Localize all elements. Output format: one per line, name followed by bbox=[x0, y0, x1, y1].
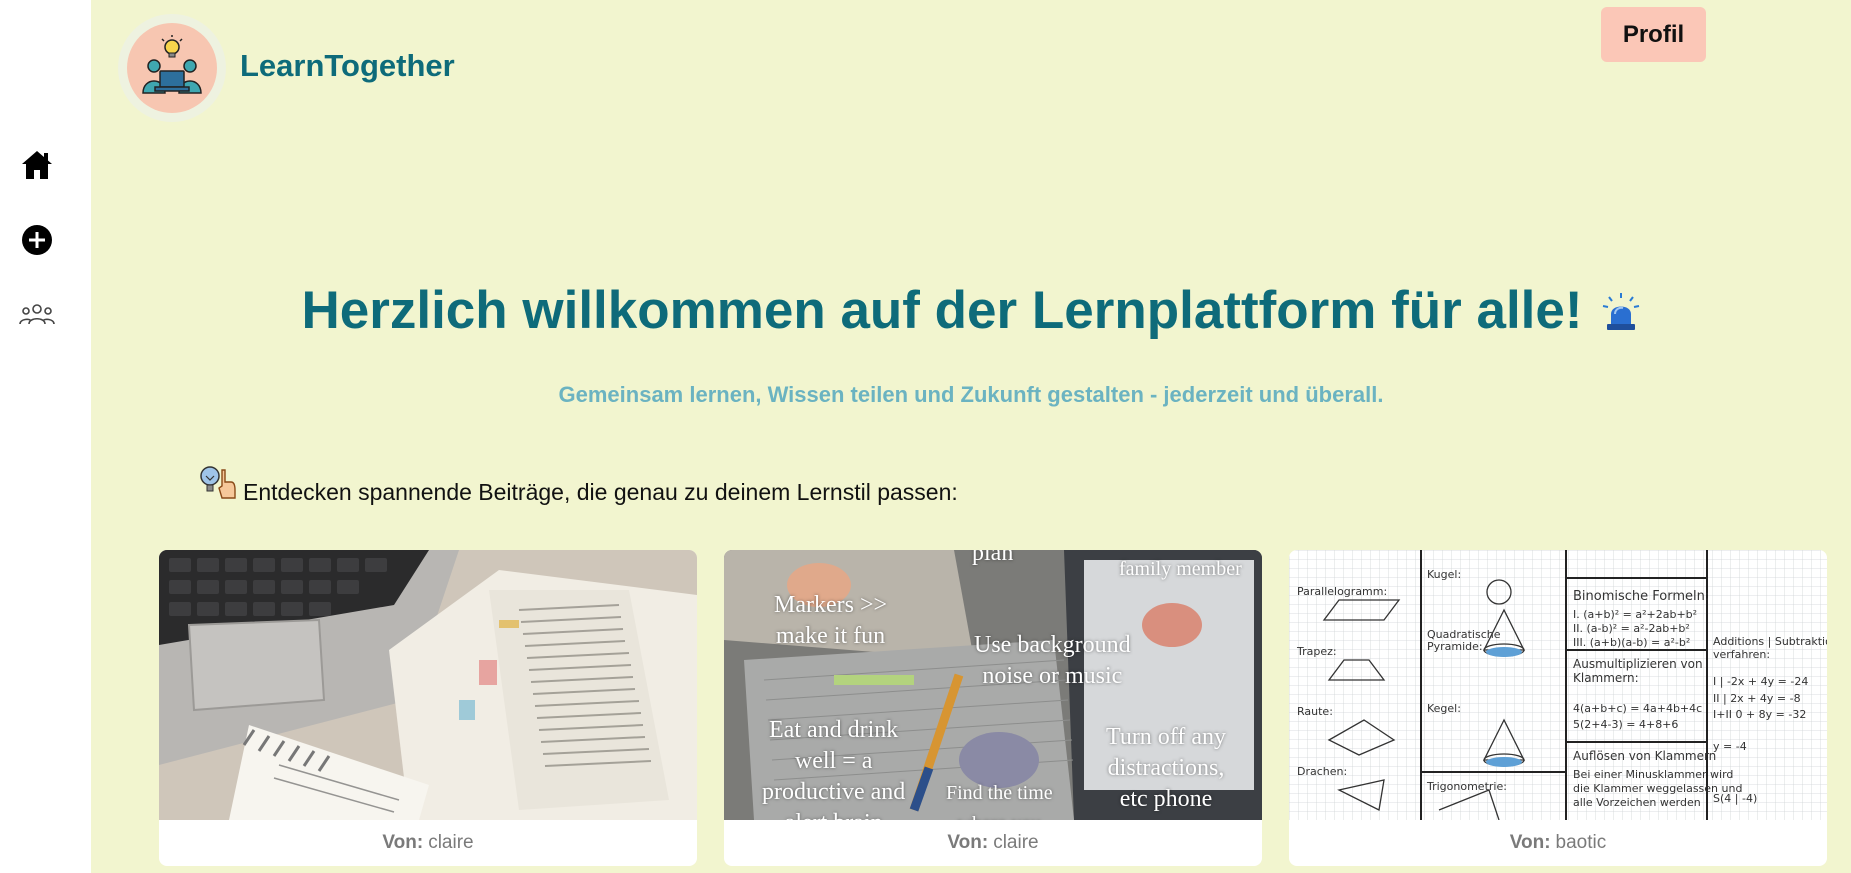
post-author-line: Von: claire bbox=[724, 820, 1262, 866]
svg-text:Binomische Formeln:: Binomische Formeln: bbox=[1573, 589, 1709, 604]
page-title: Herzlich willkommen auf der Lernplattfor… bbox=[91, 280, 1851, 345]
profile-button[interactable]: Profil bbox=[1601, 7, 1706, 62]
svg-text:Kugel:: Kugel: bbox=[1427, 568, 1461, 581]
post-author-label: Von: bbox=[382, 832, 424, 853]
post-author-name[interactable]: baotic bbox=[1556, 832, 1607, 854]
post-author-label: Von: bbox=[1509, 832, 1551, 853]
siren-icon bbox=[1601, 284, 1641, 345]
plus-circle-icon[interactable] bbox=[17, 220, 57, 260]
svg-text:Kegel:: Kegel: bbox=[1427, 702, 1461, 715]
svg-text:I. (a+b)² = a²+2ab+b²: I. (a+b)² = a²+2ab+b² bbox=[1573, 608, 1697, 621]
overlay-text: plan bbox=[972, 550, 1014, 566]
post-image[interactable] bbox=[159, 550, 697, 820]
svg-text:I+II 0 + 8y = -32: I+II 0 + 8y = -32 bbox=[1713, 708, 1806, 721]
overlay-text: Markers >> make it fun bbox=[774, 592, 888, 649]
post-image[interactable]: plan family member Markers >> make it fu… bbox=[724, 550, 1262, 820]
discover-text: Entdecken spannende Beiträge, die genau … bbox=[243, 478, 958, 505]
discover-heading: Entdecken spannende Beiträge, die genau … bbox=[198, 466, 958, 506]
page-title-text: Herzlich willkommen auf der Lernplattfor… bbox=[301, 281, 1583, 340]
svg-text:II | 2x + 4y = -8: II | 2x + 4y = -8 bbox=[1713, 692, 1801, 705]
svg-text:Raute:: Raute: bbox=[1297, 705, 1333, 718]
svg-text:Trigonometrie:: Trigonometrie: bbox=[1426, 780, 1507, 793]
team-laptop-icon bbox=[142, 35, 202, 94]
sidebar bbox=[0, 0, 91, 873]
page-subtitle: Gemeinsam lernen, Wissen teilen und Zuku… bbox=[558, 382, 1384, 407]
svg-text:Bei einer Minusklammer wird: Bei einer Minusklammer wird bbox=[1573, 768, 1733, 781]
post-image[interactable]: Parallelogramm: Trapez: Raute: Drachen: … bbox=[1289, 550, 1827, 820]
svg-text:4(a+b+c) = 4a+4b+4c: 4(a+b+c) = 4a+4b+4c bbox=[1573, 702, 1702, 715]
post-author-name[interactable]: claire bbox=[993, 832, 1038, 854]
svg-text:Trapez:: Trapez: bbox=[1296, 645, 1337, 658]
overlay-text: Turn off any distractions, etc phone bbox=[1106, 724, 1227, 812]
svg-text:Additions | Subtraktions-: Additions | Subtraktions- bbox=[1713, 635, 1827, 648]
svg-text:Parallelogramm:: Parallelogramm: bbox=[1297, 585, 1387, 598]
overlay-text: Eat and drink well = a productive and al… bbox=[762, 717, 906, 820]
post-author-line: Von: baotic bbox=[1289, 820, 1827, 866]
svg-text:5(2+4-3) = 4+8+6: 5(2+4-3) = 4+8+6 bbox=[1573, 718, 1678, 731]
overlay-text: Find the time where you bbox=[946, 782, 1053, 820]
svg-text:Pyramide:: Pyramide: bbox=[1427, 640, 1483, 653]
brand-name[interactable]: LearnTogether bbox=[240, 48, 455, 84]
svg-text:Klammern:: Klammern: bbox=[1573, 671, 1639, 685]
overlay-text: family member bbox=[1119, 558, 1242, 580]
svg-text:verfahren:: verfahren: bbox=[1713, 648, 1770, 661]
main-content: LearnTogether Profil Herzlich willkommen… bbox=[91, 0, 1851, 873]
svg-text:Auflösen von Klammern: Auflösen von Klammern bbox=[1573, 749, 1716, 763]
svg-text:Ausmultiplizieren von: Ausmultiplizieren von bbox=[1573, 657, 1703, 671]
post-author-label: Von: bbox=[947, 832, 989, 853]
logo[interactable] bbox=[118, 14, 226, 122]
bulb-pointing-hand-icon bbox=[198, 464, 238, 506]
post-card[interactable]: Parallelogramm: Trapez: Raute: Drachen: … bbox=[1289, 550, 1827, 866]
overlay-text: Use background noise or music bbox=[974, 632, 1131, 689]
post-author-line: Von: claire bbox=[159, 820, 697, 866]
home-icon[interactable] bbox=[17, 145, 57, 185]
post-author-name[interactable]: claire bbox=[428, 832, 473, 854]
svg-text:I | -2x + 4y = -24: I | -2x + 4y = -24 bbox=[1713, 675, 1808, 688]
svg-text:alle Vorzeichen werden: alle Vorzeichen werden bbox=[1573, 796, 1701, 809]
post-card[interactable]: Von: claire bbox=[159, 550, 697, 866]
svg-text:III. (a+b)(a-b) = a²-b²: III. (a+b)(a-b) = a²-b² bbox=[1573, 636, 1690, 649]
svg-text:y = -4: y = -4 bbox=[1713, 740, 1747, 753]
group-icon[interactable] bbox=[17, 295, 57, 335]
post-card[interactable]: plan family member Markers >> make it fu… bbox=[724, 550, 1262, 866]
svg-text:Drachen:: Drachen: bbox=[1297, 765, 1347, 778]
svg-text:II. (a-b)² = a²-2ab+b²: II. (a-b)² = a²-2ab+b² bbox=[1573, 622, 1690, 635]
svg-text:S(4 | -4): S(4 | -4) bbox=[1713, 792, 1757, 805]
